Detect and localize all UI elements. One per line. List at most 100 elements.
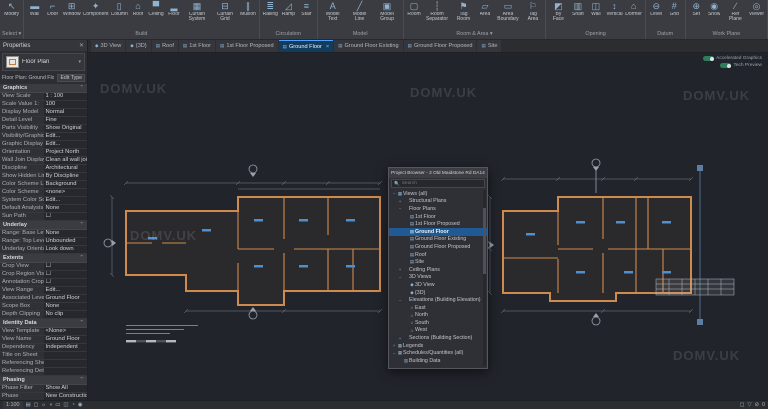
stair-button[interactable]: ≡Stair	[298, 1, 315, 17]
expander-icon[interactable]: −	[397, 275, 403, 280]
view-tab-ground-floor-existing[interactable]: ▤Ground Floor Existing	[334, 40, 402, 52]
property-value[interactable]: Look down	[44, 246, 88, 253]
property-value[interactable]	[44, 368, 88, 375]
tag-room-button[interactable]: ⚑Tag Room	[452, 1, 476, 23]
view-tab-1st-floor-proposed[interactable]: ▤1st Floor Proposed	[216, 40, 278, 52]
crop-region-icon[interactable]: ◫	[63, 401, 68, 409]
tree-item-north[interactable]: ⌂North	[389, 312, 487, 320]
property-value[interactable]: Ground Floor	[44, 336, 88, 343]
property-value[interactable]: ☐	[44, 213, 88, 220]
section-line[interactable]	[697, 165, 703, 325]
crop-view-icon[interactable]: ▭	[55, 401, 60, 409]
property-value[interactable]: By Discipline	[44, 173, 88, 180]
vertical-button[interactable]: ↕Vertical	[605, 1, 623, 17]
property-section-header[interactable]: Phasing⌃	[0, 376, 87, 385]
tree-item-elevations-building-elevation-[interactable]: −Elevations (Building Elevation)	[389, 296, 487, 304]
property-value[interactable]: Normal	[44, 109, 88, 116]
view-tab-1st-floor[interactable]: ▤1st Floor	[179, 40, 215, 52]
property-value[interactable]: None	[44, 205, 88, 212]
tree-item-roof[interactable]: ▤Roof	[389, 251, 487, 259]
ceiling-button[interactable]: ▀Ceiling	[147, 1, 164, 17]
property-value[interactable]: None	[44, 230, 88, 237]
tree-item-views-all-[interactable]: −▦Views (all)	[389, 190, 487, 198]
roof-button[interactable]: ⌂Roof	[129, 1, 146, 17]
tree-item-building-data[interactable]: ▥Building Data	[389, 357, 487, 365]
property-value[interactable]: Show All	[44, 385, 88, 392]
property-value[interactable]: Project North	[44, 149, 88, 156]
reveal-hidden-icon[interactable]: ◉	[78, 401, 83, 409]
property-value[interactable]: Fine	[44, 117, 88, 124]
expander-icon[interactable]: +	[397, 199, 403, 204]
property-value[interactable]: <None>	[44, 328, 88, 335]
dormer-button[interactable]: ⌂Dormer	[624, 1, 642, 17]
view-tab--3d-[interactable]: ◆{3D}	[126, 40, 150, 52]
ref-plane-button[interactable]: ∕Ref Plane	[724, 1, 747, 23]
tree-item-sections-building-section-[interactable]: +Sections (Building Section)	[389, 334, 487, 342]
tree-item-floor-plans[interactable]: −Floor Plans	[389, 205, 487, 213]
project-browser-titlebar[interactable]: Project Browser - 2 Old Maidstone Rd DA1…	[389, 168, 487, 178]
property-value[interactable]: Architectural	[44, 165, 88, 172]
property-value[interactable]: ☐	[44, 279, 88, 286]
door-button[interactable]: ⌐Door	[44, 1, 61, 17]
tree-item-ground-floor-proposed[interactable]: ▤Ground Floor Proposed	[389, 243, 487, 251]
model-text-button[interactable]: AModel Text	[320, 1, 346, 23]
floor-button[interactable]: ▂Floor	[165, 1, 182, 17]
room-separator-button[interactable]: ┆Room Separator	[424, 1, 451, 23]
tag-area-button[interactable]: ⚐Tag Area	[522, 1, 543, 23]
close-tab-icon[interactable]: ×	[326, 44, 329, 50]
property-value[interactable]: 100	[44, 101, 88, 108]
shadows-icon[interactable]: ◑	[49, 401, 52, 409]
mullion-button[interactable]: ∥Mullion	[239, 1, 256, 17]
property-value[interactable]: Independent	[44, 344, 88, 351]
property-section-header[interactable]: Extents⌃	[0, 254, 87, 263]
railing-button[interactable]: ≣Railing	[262, 1, 279, 17]
expander-icon[interactable]: +	[397, 267, 403, 272]
by-face-button[interactable]: ◩By Face	[548, 1, 568, 23]
ramp-button[interactable]: ◿Ramp	[280, 1, 297, 17]
tree-item-ground-floor[interactable]: ▤Ground Floor	[389, 228, 487, 236]
set-button[interactable]: ⊕Set	[688, 1, 705, 17]
property-value[interactable]: Edit...	[44, 197, 88, 204]
expander-icon[interactable]: −	[397, 298, 403, 303]
tree-item-west[interactable]: ⌂West	[389, 327, 487, 335]
model-line-button[interactable]: ╱Model Line	[347, 1, 373, 23]
curtain-grid-button[interactable]: ⊟Curtain Grid	[211, 1, 238, 23]
area-button[interactable]: ▱Area	[476, 1, 493, 17]
viewer-button[interactable]: ◎Viewer	[748, 1, 765, 17]
tree-item-site[interactable]: ▤Site	[389, 258, 487, 266]
drawing-canvas[interactable]: DOMV.UK DOMV.UK DOMV.UK DOMV.UK DOMV.UK …	[88, 53, 768, 400]
area-boundary-button[interactable]: ▭Area Boundary	[494, 1, 521, 23]
wall-opening-button[interactable]: ◫Wall	[587, 1, 604, 17]
property-value[interactable]: Background	[44, 181, 88, 188]
tree-item-3d-views[interactable]: −3D Views	[389, 274, 487, 282]
tree-item-schedules-quantities-all-[interactable]: −▦Schedules/Quantities (all)	[389, 349, 487, 357]
show-button[interactable]: ◉Show	[706, 1, 723, 17]
column-button[interactable]: ▯Column	[110, 1, 129, 17]
property-value[interactable]: Show Original	[44, 125, 88, 132]
view-tab-3d-view[interactable]: ◆3D View	[91, 40, 125, 52]
floor-plan-existing[interactable]	[126, 197, 380, 305]
search-input[interactable]	[402, 181, 482, 186]
property-value[interactable]	[44, 352, 88, 359]
view-scale-button[interactable]: 1:100	[3, 401, 23, 409]
close-icon[interactable]: ✕	[79, 42, 84, 49]
property-value[interactable]: Unbounded	[44, 238, 88, 245]
property-value[interactable]: Clean all wall joins	[44, 157, 88, 164]
tree-item-3d-view[interactable]: ◆3D View	[389, 281, 487, 289]
edit-type-button[interactable]: Edit Type	[57, 74, 85, 82]
tree-item--3d-[interactable]: ◆{3D}	[389, 289, 487, 297]
property-value[interactable]: Edit...	[44, 287, 88, 294]
property-section-header[interactable]: Underlay⌃	[0, 221, 87, 230]
property-value[interactable]: Edit...	[44, 133, 88, 140]
tree-item-south[interactable]: ⌂South	[389, 319, 487, 327]
tree-item-structural-plans[interactable]: +Structural Plans	[389, 198, 487, 206]
property-section-header[interactable]: Identity Data⌃	[0, 319, 87, 328]
wall-button[interactable]: ▬Wall	[26, 1, 43, 17]
tech-preview-toggle[interactable]	[720, 63, 731, 68]
property-value[interactable]: None	[44, 303, 88, 310]
expander-icon[interactable]: +	[397, 336, 403, 341]
exclude-options-icon[interactable]: ⊘	[754, 401, 759, 409]
tree-item-1st-floor[interactable]: ▤1st Floor	[389, 213, 487, 221]
visual-style-icon[interactable]: ◻	[34, 401, 38, 409]
property-value[interactable]: <none>	[44, 189, 88, 196]
